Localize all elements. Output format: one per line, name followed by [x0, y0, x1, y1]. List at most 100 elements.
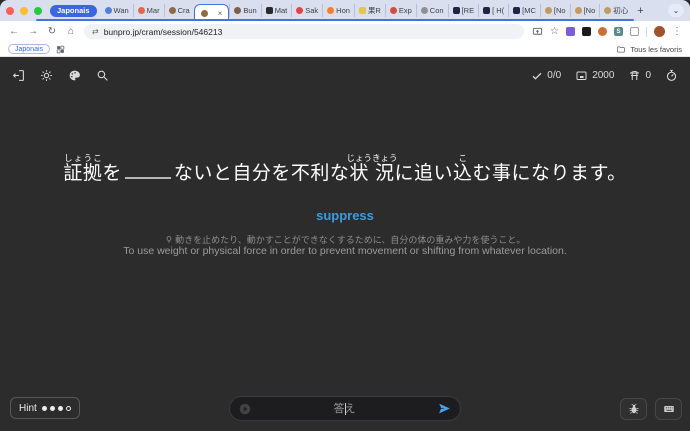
timer-stopwatch-icon[interactable]	[665, 69, 678, 82]
lightbulb-icon	[165, 235, 173, 244]
browser-tab[interactable]: Sak	[291, 4, 322, 17]
search-icon[interactable]	[96, 69, 109, 82]
traffic-lights	[6, 7, 42, 15]
browser-chrome: Japonais Wan Mar Cra × Bun Mat Sak Hon 果…	[0, 0, 690, 57]
tab-favicon	[575, 7, 582, 14]
answer-bar	[229, 396, 461, 421]
browser-tab[interactable]: [ H(	[478, 4, 508, 17]
home-icon[interactable]: ⌂	[65, 26, 77, 37]
tab-favicon	[138, 7, 145, 14]
tabs: Wan Mar Cra × Bun Mat Sak Hon 果R Exp Con…	[101, 0, 684, 21]
bug-icon	[628, 403, 640, 415]
theme-palette-icon[interactable]	[68, 69, 81, 82]
answer-input-wrap	[252, 397, 437, 420]
tab-favicon	[604, 7, 611, 14]
tab-favicon	[545, 7, 552, 14]
forward-icon[interactable]: →	[27, 26, 39, 37]
browser-tab[interactable]: Exp	[385, 4, 416, 17]
folder-icon	[616, 45, 626, 54]
keyboard-icon	[662, 403, 676, 415]
extension-icon[interactable]	[566, 27, 575, 36]
divider	[646, 27, 647, 37]
browser-tab[interactable]: [No	[540, 4, 570, 17]
browser-tab[interactable]: Con	[416, 4, 448, 17]
bookmark-group-pill[interactable]: Japonais	[8, 44, 50, 54]
tab-groups-grid-icon[interactable]	[56, 45, 65, 54]
extension-icon[interactable]: S	[614, 27, 623, 36]
tab-favicon	[105, 7, 112, 14]
answer-blank	[125, 162, 171, 179]
extension-icon[interactable]	[598, 27, 607, 36]
toolbar-stats: 0/0 2000 0	[531, 69, 678, 82]
flashcards-icon	[575, 70, 588, 82]
minimize-window-button[interactable]	[20, 7, 28, 15]
tab-favicon	[453, 7, 460, 14]
correct-count: 0/0	[531, 70, 561, 82]
browser-tab[interactable]: Mar	[133, 4, 164, 17]
ghost-count: 0	[628, 70, 651, 82]
check-icon	[531, 70, 543, 82]
url-toolbar: ← → ↻ ⌂ ⇄ bunpro.jp/cram/session/546213 …	[0, 21, 690, 42]
extension-icon[interactable]	[582, 27, 591, 36]
hint-dots	[42, 406, 71, 411]
browser-tab[interactable]: 初心	[599, 4, 632, 17]
tab-favicon	[296, 7, 303, 14]
tab-favicon	[327, 7, 334, 14]
remaining-count: 2000	[575, 70, 614, 82]
tab-favicon	[513, 7, 520, 14]
browser-tab[interactable]: Cra	[164, 4, 194, 17]
browser-tab[interactable]: Bun	[229, 4, 260, 17]
back-icon[interactable]: ←	[8, 26, 20, 37]
settings-gear-icon[interactable]	[40, 69, 53, 82]
close-window-button[interactable]	[6, 7, 14, 15]
all-bookmarks[interactable]: Tous les favoris	[616, 45, 682, 54]
send-button[interactable]	[437, 402, 452, 415]
session-toolbar: 0/0 2000 0	[12, 69, 678, 82]
browser-tab[interactable]: [RE	[448, 4, 479, 17]
profile-avatar[interactable]	[654, 26, 665, 37]
tab-favicon	[359, 7, 366, 14]
browser-tab[interactable]: [No	[570, 4, 600, 17]
browser-tab[interactable]: Hon	[322, 4, 354, 17]
tab-favicon	[234, 7, 241, 14]
tab-close-icon[interactable]: ×	[218, 9, 223, 18]
tab-favicon	[421, 7, 428, 14]
toolbar-right: ☆ S ⋮	[532, 26, 682, 37]
browser-tab[interactable]: Wan	[101, 4, 133, 17]
torii-icon	[628, 70, 641, 82]
report-bug-button[interactable]	[620, 398, 647, 420]
bunpro-cram-session: 0/0 2000 0 証拠しょうこをないと自分を不利な状況じょうきょうに追い込こ…	[0, 57, 690, 431]
url-text: bunpro.jp/cram/session/546213	[104, 27, 223, 37]
reload-icon[interactable]: ↻	[46, 26, 58, 37]
toolbar-left	[12, 69, 109, 82]
address-bar[interactable]: ⇄ bunpro.jp/cram/session/546213	[84, 24, 524, 39]
corner-buttons	[620, 398, 682, 420]
browser-tab[interactable]: [MC	[508, 4, 540, 17]
text-caret	[345, 403, 346, 415]
hint-english: To use weight or physical force in order…	[0, 245, 690, 257]
bookmarks-bar: Japonais Tous les favoris	[0, 42, 690, 57]
browser-tab[interactable]: 果R	[354, 4, 385, 17]
browser-menu-icon[interactable]: ⋮	[672, 26, 682, 37]
zoom-window-button[interactable]	[34, 7, 42, 15]
bookmark-star-icon[interactable]: ☆	[550, 26, 559, 37]
tab-favicon	[483, 7, 490, 14]
paper-plane-icon	[437, 402, 452, 415]
browser-tab[interactable]: Mat	[261, 4, 292, 17]
exit-session-icon[interactable]	[12, 69, 25, 82]
tab-strip: Japonais Wan Mar Cra × Bun Mat Sak Hon 果…	[0, 0, 690, 21]
target-word: suppress	[0, 208, 690, 223]
play-audio-button[interactable]	[238, 402, 252, 416]
tab-group-label[interactable]: Japonais	[50, 5, 97, 17]
tab-search-chevron-icon[interactable]: ⌄	[668, 4, 684, 17]
hint-button[interactable]: Hint	[10, 397, 80, 419]
extensions-menu-icon[interactable]	[630, 27, 639, 36]
share-icon[interactable]	[532, 26, 543, 37]
new-tab-button[interactable]: +	[632, 5, 648, 17]
tab-favicon	[169, 7, 176, 14]
tab-favicon	[266, 7, 273, 14]
tab-group-line	[36, 19, 634, 21]
keyboard-toggle-button[interactable]	[655, 398, 682, 420]
tab-favicon	[201, 10, 208, 17]
site-info-icon[interactable]: ⇄	[92, 27, 99, 36]
